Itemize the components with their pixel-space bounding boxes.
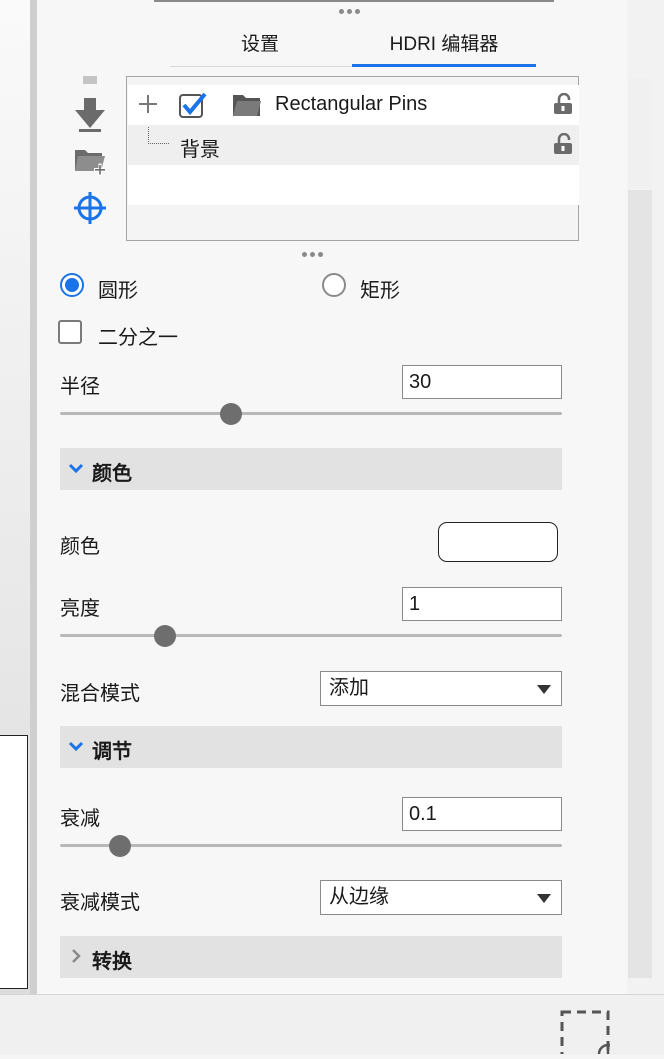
color-label: 颜色 [60,536,100,558]
section-title: 转换 [92,951,132,973]
brightness-slider-track[interactable] [60,634,562,637]
chevron-down-icon [68,738,84,754]
blend-mode-label: 混合模式 [60,683,140,705]
resize-grip-icon[interactable] [302,252,323,257]
chevron-right-icon [68,948,84,964]
resize-grip-icon[interactable] [339,9,360,14]
falloff-mode-value: 从边缘 [329,886,389,908]
scrollbar-thumb[interactable] [628,190,652,978]
dropdown-arrow-icon [537,894,551,903]
section-transform-header[interactable]: 转换 [60,936,562,978]
brightness-input[interactable]: 1 [402,587,562,621]
radio-circle-label: 圆形 [98,280,138,302]
top-divider [154,0,554,2]
select-region-icon[interactable] [560,1010,619,1059]
scrollbar-segment [628,78,652,186]
radius-slider-track[interactable] [60,412,562,415]
falloff-mode-label: 衰减模式 [60,892,140,914]
scroll-cap-icon [83,76,97,84]
checkbox-checked-icon[interactable] [178,91,208,124]
folder-add-icon[interactable] [72,144,108,180]
color-swatch[interactable] [438,522,558,562]
section-title: 调节 [92,741,132,763]
radio-rectangle[interactable] [322,273,346,297]
chevron-down-icon [68,460,84,476]
blend-mode-value: 添加 [329,677,369,699]
tree-row[interactable]: 背景 [128,125,579,165]
tree-item-label: 背景 [180,139,220,161]
crosshair-icon[interactable] [72,190,108,226]
expand-icon[interactable] [138,94,158,119]
lock-open-icon[interactable] [553,92,573,115]
dropdown-arrow-icon [537,685,551,694]
half-checkbox-label: 二分之一 [98,327,178,349]
tree-row[interactable]: Rectangular Pins [128,85,579,125]
blend-mode-select[interactable]: 添加 [320,671,562,706]
falloff-slider-track[interactable] [60,844,562,847]
viewport-frame [0,735,28,989]
tree-empty-row [128,165,579,205]
tab-settings[interactable]: 设置 [170,30,350,64]
radius-label: 半径 [60,376,100,398]
half-checkbox[interactable] [58,320,82,344]
lock-open-icon[interactable] [553,132,573,155]
tree-item-label: Rectangular Pins [275,93,428,115]
section-title: 颜色 [92,463,132,485]
panel-divider[interactable] [30,0,37,994]
tab-hdri-editor[interactable]: HDRI 编辑器 [352,30,536,64]
section-adjust-header[interactable]: 调节 [60,726,562,768]
brightness-label: 亮度 [60,598,100,620]
radius-slider-thumb[interactable] [219,403,242,425]
folder-icon [232,93,262,122]
falloff-label: 衰减 [60,808,100,830]
falloff-input[interactable]: 0.1 [402,797,562,831]
layer-tree[interactable]: Rectangular Pins 背景 [126,76,579,241]
active-tab-indicator [352,64,536,67]
radius-input[interactable]: 30 [402,365,562,399]
arrow-down-icon[interactable] [72,96,108,132]
radio-rectangle-label: 矩形 [360,280,400,302]
section-color-header[interactable]: 颜色 [60,448,562,490]
tree-branch-icon [148,127,169,144]
falloff-mode-select[interactable]: 从边缘 [320,880,562,915]
radio-circle[interactable] [60,273,84,297]
